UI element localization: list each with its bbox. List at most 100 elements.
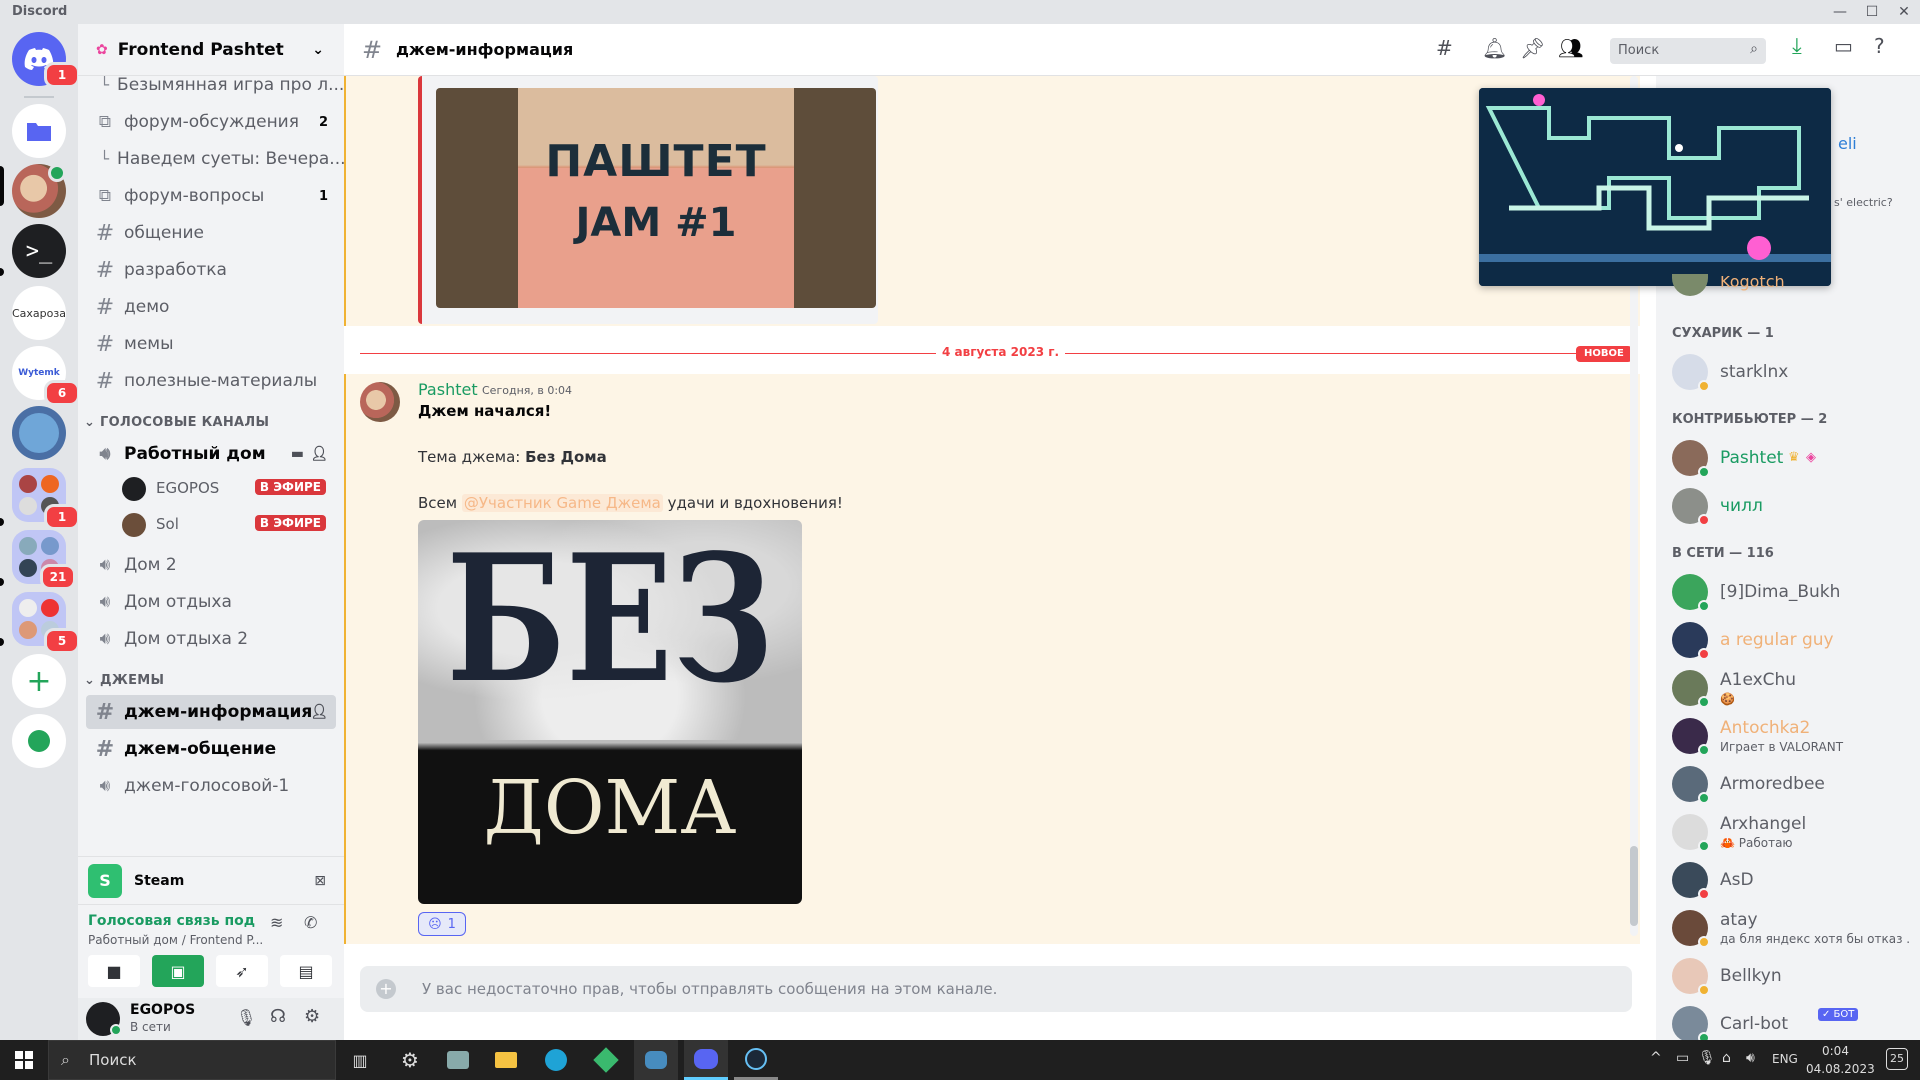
message-input[interactable]: + У вас недостаточно прав, чтобы отправл…	[360, 966, 1632, 1012]
username[interactable]: EGOPOS	[130, 1002, 195, 1018]
member-item[interactable]: atay да бля яндекс хотя бы отказ ...	[1672, 906, 1912, 950]
stream-pip-window[interactable]	[1479, 88, 1831, 286]
pin-icon[interactable]: 📌︎	[1520, 36, 1545, 60]
embed-image[interactable]: ПАШТЕТ JAM #1	[436, 88, 876, 308]
server-terminal[interactable]: >_	[12, 224, 66, 278]
member-item[interactable]: Bellkyn	[1672, 954, 1912, 998]
network-icon[interactable]: ⌂	[1722, 1050, 1731, 1066]
invite-icon[interactable]: 👤︎	[310, 704, 328, 720]
channel-voice[interactable]: 🔊︎ Дом отдыха	[86, 585, 336, 619]
category-voice[interactable]: ⌄ ГОЛОСОВЫЕ КАНАЛЫ	[84, 415, 269, 430]
screenshare-button[interactable]: ▣	[152, 955, 204, 987]
camera-button[interactable]: ■	[88, 955, 140, 987]
invite-icon[interactable]: 👤︎	[310, 446, 328, 462]
app-icon[interactable]	[436, 1040, 480, 1080]
avatar[interactable]	[360, 382, 400, 422]
dnd-status-icon	[1698, 514, 1710, 526]
member-item[interactable]: AsD	[1672, 858, 1912, 902]
category-jams[interactable]: ⌄ ДЖЕМЫ	[84, 673, 164, 688]
gear-icon[interactable]: ⚙	[304, 1006, 320, 1027]
channel-voice[interactable]: 🔊︎ Дом 2	[86, 548, 336, 582]
channel-forum[interactable]: ⧉ форум-обсуждения 2	[86, 105, 336, 139]
server-header[interactable]: ✿ Frontend Pashtet ⌄	[78, 24, 344, 76]
channel-text[interactable]: # полезные-материалы	[86, 364, 336, 398]
notification-center[interactable]: 25	[1886, 1048, 1908, 1070]
channel-thread[interactable]: └ Наведем суеты: Вечера...	[86, 142, 344, 176]
battery-icon[interactable]: ▭	[1676, 1050, 1689, 1066]
search-input[interactable]: Поиск ⌕	[1610, 38, 1766, 64]
edge-browser-icon[interactable]	[534, 1040, 578, 1080]
member-item[interactable]: A1exChu 🍪	[1672, 666, 1912, 710]
member-item[interactable]: Arxhangel 🦀 Работаю	[1672, 810, 1912, 854]
channel-voice[interactable]: 🔊︎ Дом отдыха 2	[86, 622, 336, 656]
channel-text[interactable]: # общение	[86, 216, 336, 250]
channel-text[interactable]: # демо	[86, 290, 336, 324]
add-server-button[interactable]: +	[12, 654, 66, 708]
discord-taskbar-icon[interactable]	[684, 1040, 728, 1080]
channel-voice[interactable]: 🔊︎ Работный дом ▬ 👤︎	[86, 437, 336, 471]
voice-location[interactable]: Работный дом / Frontend P...	[88, 933, 263, 947]
close-window-button[interactable]: ✕	[1884, 0, 1920, 24]
member-item[interactable]: Pashtet ♛ ◈	[1672, 436, 1912, 480]
chevron-up-icon[interactable]: ^	[1650, 1050, 1662, 1066]
role-mention[interactable]: @Участник Game Джема	[461, 494, 663, 512]
noise-suppression-icon[interactable]: ≋	[270, 913, 283, 932]
bell-icon[interactable]: 🔔︎	[1482, 36, 1507, 60]
channel-text[interactable]: # джем-информация 👤︎	[86, 695, 336, 729]
folder-icon[interactable]	[12, 104, 66, 158]
channel-thread[interactable]: └ Безымянная игра про л...	[86, 76, 344, 102]
settings-app-icon[interactable]: ⚙	[388, 1040, 432, 1080]
voice-user[interactable]: Sol В ЭФИРЕ	[122, 510, 336, 540]
activities-button[interactable]: ➶	[216, 955, 268, 987]
clock-date[interactable]: 04.08.2023	[1806, 1062, 1875, 1076]
voice-status[interactable]: Голосовая связь под	[88, 913, 255, 929]
inbox-icon[interactable]: ▭	[1834, 34, 1853, 58]
channel-forum[interactable]: ⧉ форум-вопросы 1	[86, 179, 336, 213]
help-icon[interactable]: ?	[1874, 34, 1885, 58]
channel-label: демо	[124, 297, 170, 317]
member-item[interactable]: starklnx	[1672, 350, 1912, 394]
file-explorer-icon[interactable]	[484, 1040, 528, 1080]
taskbar-search[interactable]: ⌕ Поиск	[48, 1040, 336, 1080]
disconnect-icon[interactable]: ✆	[304, 913, 317, 932]
member-item[interactable]: Antochka2 Играет в VALORANT	[1672, 714, 1912, 758]
member-item[interactable]: Armoredbee	[1672, 762, 1912, 806]
headphones-icon[interactable]: ☊	[270, 1006, 286, 1027]
microphone-tray-icon[interactable]: 🎙︎	[1698, 1050, 1716, 1066]
voice-connection-panel: Голосовая связь под Работный дом / Front…	[78, 904, 344, 998]
server-saharoza[interactable]: Сахароза	[12, 286, 66, 340]
server-cat[interactable]	[12, 406, 66, 460]
volume-icon[interactable]: 🔊︎	[1746, 1050, 1755, 1066]
soundboard-button[interactable]: ▤	[280, 955, 332, 987]
explore-servers-button[interactable]	[12, 714, 66, 768]
clock-time[interactable]: 0:04	[1822, 1044, 1849, 1058]
chat-icon[interactable]: ▬	[291, 446, 304, 462]
member-item[interactable]: чилл	[1672, 484, 1912, 528]
channel-voice[interactable]: 🔊︎ джем-голосовой-1	[86, 769, 336, 803]
channel-text[interactable]: # джем-общение	[86, 732, 336, 766]
stop-stream-icon[interactable]: ⊠	[314, 873, 326, 889]
scrollbar-thumb[interactable]	[1630, 846, 1638, 926]
threads-icon[interactable]: #	[1436, 36, 1453, 60]
microphone-icon[interactable]: 🎙︎	[236, 1008, 256, 1027]
steam-taskbar-icon[interactable]	[734, 1040, 778, 1080]
download-icon[interactable]: ⤓	[1792, 34, 1802, 59]
windows-taskbar: ⌕ Поиск ▥ ⚙ ^ ▭ 🎙︎ ⌂ 🔊︎ ENG 0:04 04.08.2…	[0, 1040, 1920, 1080]
godot-icon[interactable]	[634, 1040, 678, 1080]
member-item[interactable]: a regular guy	[1672, 618, 1912, 662]
voice-user[interactable]: EGOPOS В ЭФИРЕ	[122, 474, 336, 504]
member-list-icon[interactable]: 👥︎	[1558, 36, 1583, 60]
gitkraken-icon[interactable]	[584, 1040, 628, 1080]
windows-start-button[interactable]	[0, 1040, 48, 1080]
task-view-icon[interactable]: ▥	[338, 1040, 382, 1080]
reaction-button[interactable]: ☹ 1	[418, 912, 466, 936]
channel-text[interactable]: # разработка	[86, 253, 336, 287]
attachment-image[interactable]: БЕЗ ДОМА	[418, 520, 802, 904]
member-name: A1exChu	[1720, 670, 1797, 690]
language-indicator[interactable]: ENG	[1772, 1052, 1798, 1066]
text-channel-icon: #	[95, 331, 115, 357]
channel-text[interactable]: # мемы	[86, 327, 336, 361]
member-item[interactable]: [9]Dima_Bukh	[1672, 570, 1912, 614]
plus-icon: +	[26, 663, 52, 699]
message-author[interactable]: Pashtet	[418, 380, 478, 399]
